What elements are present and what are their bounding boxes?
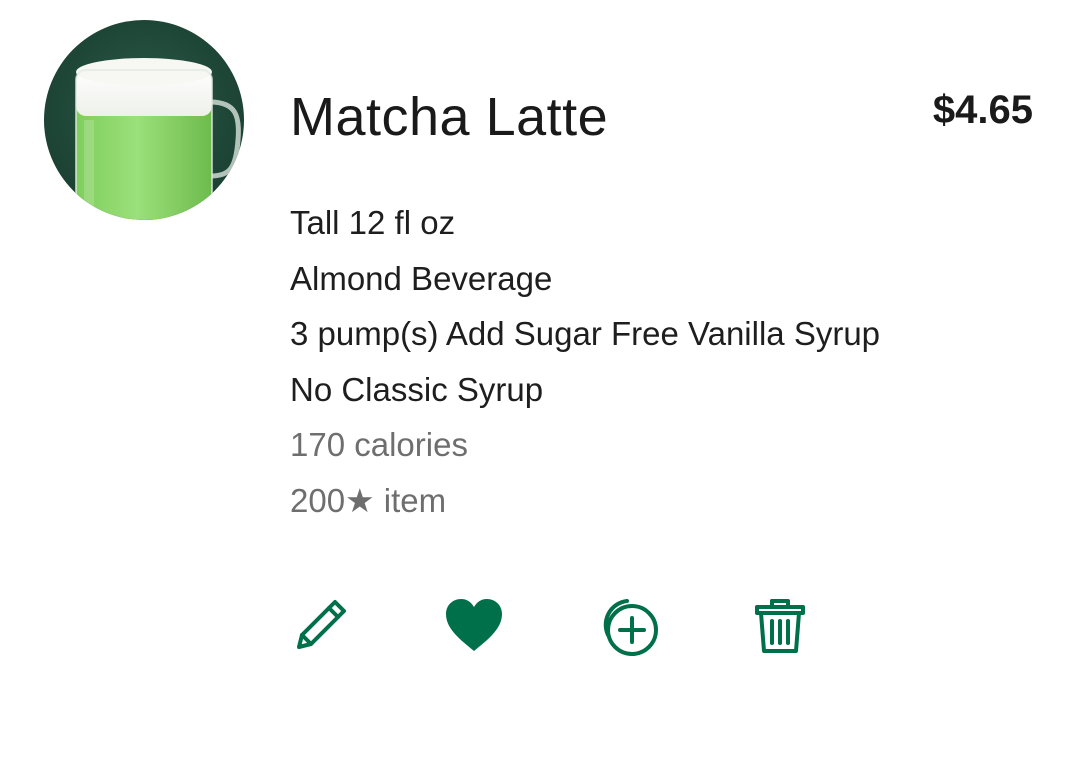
stars-text: 200★ item (290, 481, 447, 519)
remove-button[interactable] (745, 590, 815, 660)
add-another-button[interactable] (592, 590, 662, 660)
product-image (44, 20, 244, 220)
duplicate-add-icon (603, 599, 658, 656)
classic-syrup-option: No Classic Syrup (290, 370, 544, 408)
trash-icon (755, 599, 805, 653)
favorite-button[interactable] (439, 590, 509, 660)
product-customizations: Tall 12 fl oz Almond Beverage 3 pump(s) … (290, 195, 880, 528)
pencil-icon (297, 600, 346, 649)
cart-item-card: Matcha Latte $4.65 Tall 12 fl oz Almond … (0, 0, 1080, 760)
product-price: $4.65 (932, 88, 1033, 132)
milk-option: Almond Beverage (290, 259, 553, 297)
edit-button[interactable] (286, 590, 356, 660)
syrup-option: 3 pump(s) Add Sugar Free Vanilla Syrup (290, 315, 881, 352)
calories-text: 170 calories (290, 426, 468, 463)
product-name: Matcha Latte (290, 87, 609, 147)
heart-icon (446, 599, 502, 651)
size-option: Tall 12 fl oz (290, 204, 456, 241)
item-actions (286, 590, 815, 660)
